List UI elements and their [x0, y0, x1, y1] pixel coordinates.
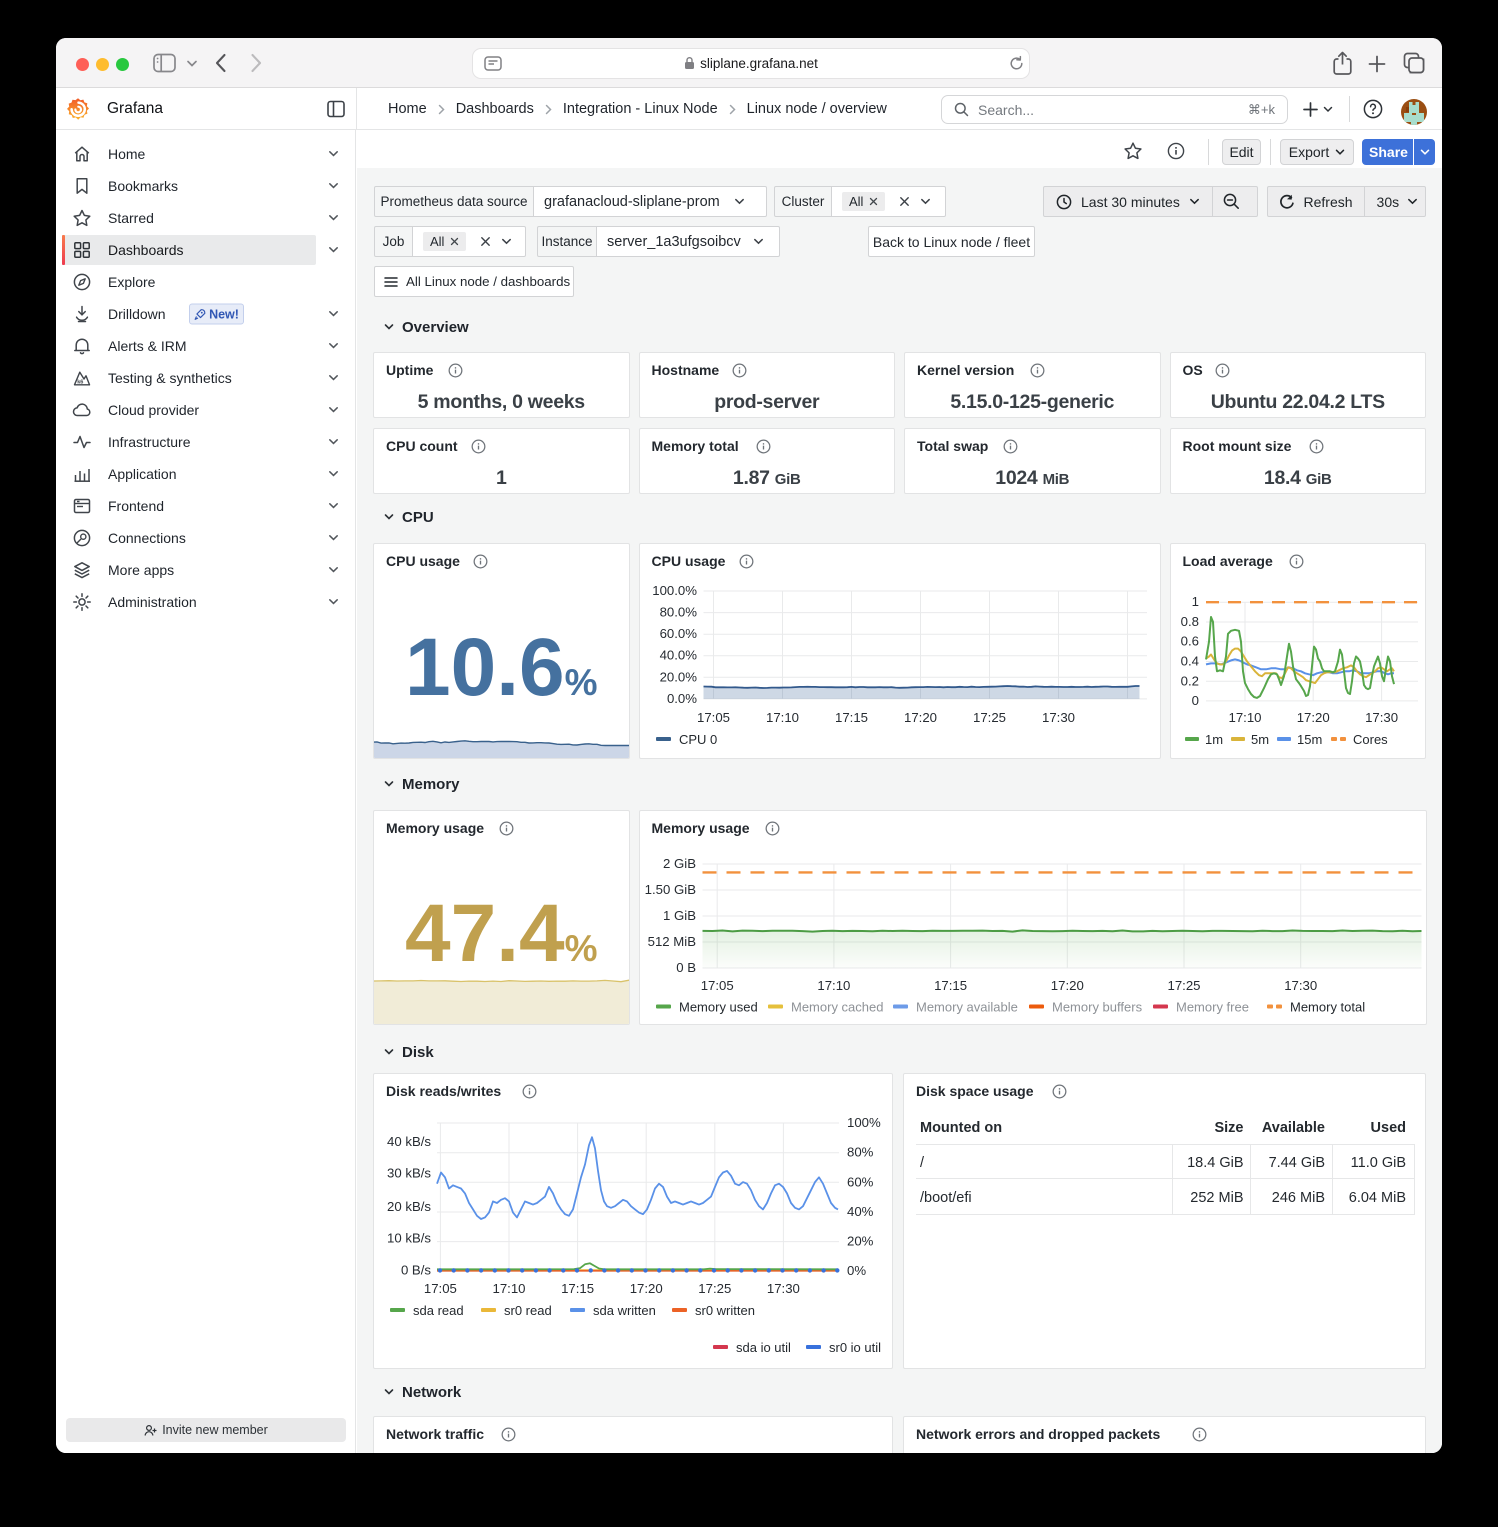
svg-text:0.4: 0.4: [1180, 654, 1198, 669]
svg-text:1m: 1m: [1205, 732, 1223, 747]
svg-text:1 GiB: 1 GiB: [663, 908, 696, 923]
svg-text:Memory available: Memory available: [916, 1000, 1018, 1015]
svg-text:80.0%: 80.0%: [659, 605, 697, 620]
svg-text:17:20: 17:20: [1050, 978, 1083, 993]
svg-text:5m: 5m: [1251, 732, 1269, 747]
svg-text:0.6: 0.6: [1180, 634, 1198, 649]
svg-text:17:10: 17:10: [492, 1281, 525, 1296]
svg-text:0: 0: [1191, 693, 1198, 708]
svg-text:60%: 60%: [847, 1174, 874, 1189]
svg-text:0 B/s: 0 B/s: [401, 1262, 431, 1277]
svg-text:17:10: 17:10: [1228, 710, 1261, 725]
svg-text:sda read: sda read: [413, 1303, 464, 1318]
svg-text:17:30: 17:30: [1041, 710, 1074, 725]
svg-text:17:05: 17:05: [700, 978, 733, 993]
svg-text:CPU 0: CPU 0: [679, 732, 717, 747]
svg-text:sda io util: sda io util: [736, 1340, 791, 1355]
svg-text:17:15: 17:15: [834, 710, 867, 725]
svg-text:Memory buffers: Memory buffers: [1052, 1000, 1143, 1015]
svg-text:10 kB/s: 10 kB/s: [387, 1231, 431, 1246]
svg-text:0.0%: 0.0%: [666, 691, 696, 706]
svg-text:15m: 15m: [1297, 732, 1322, 747]
svg-text:17:20: 17:20: [1296, 710, 1329, 725]
svg-text:17:05: 17:05: [696, 710, 729, 725]
svg-text:0%: 0%: [847, 1263, 866, 1278]
svg-text:sr0 io util: sr0 io util: [829, 1340, 881, 1355]
svg-text:17:30: 17:30: [767, 1281, 800, 1296]
svg-text:2 GiB: 2 GiB: [663, 856, 696, 871]
svg-text:17:25: 17:25: [1167, 978, 1200, 993]
svg-text:30 kB/s: 30 kB/s: [387, 1166, 431, 1181]
svg-text:80%: 80%: [847, 1145, 874, 1160]
svg-text:17:25: 17:25: [972, 710, 1005, 725]
svg-text:sr0 read: sr0 read: [504, 1303, 552, 1318]
svg-text:100.0%: 100.0%: [652, 583, 697, 598]
svg-text:17:20: 17:20: [903, 710, 936, 725]
svg-text:40.0%: 40.0%: [659, 648, 697, 663]
svg-text:40 kB/s: 40 kB/s: [387, 1134, 431, 1149]
svg-text:Memory cached: Memory cached: [791, 1000, 883, 1015]
svg-text:20.0%: 20.0%: [659, 669, 697, 684]
svg-text:17:25: 17:25: [698, 1281, 731, 1296]
svg-text:512 MiB: 512 MiB: [647, 934, 696, 949]
svg-text:0.8: 0.8: [1180, 614, 1198, 629]
svg-text:1.50 GiB: 1.50 GiB: [644, 882, 696, 897]
svg-text:17:30: 17:30: [1365, 710, 1398, 725]
svg-text:0 B: 0 B: [676, 960, 696, 975]
svg-text:1: 1: [1191, 594, 1198, 609]
svg-text:Memory free: Memory free: [1176, 1000, 1249, 1015]
svg-text:k6: k6: [77, 380, 83, 386]
svg-text:17:15: 17:15: [561, 1281, 594, 1296]
svg-text:17:10: 17:10: [817, 978, 850, 993]
svg-text:40%: 40%: [847, 1204, 874, 1219]
svg-text:20%: 20%: [847, 1234, 874, 1249]
svg-text:17:30: 17:30: [1284, 978, 1317, 993]
svg-text:0.2: 0.2: [1180, 673, 1198, 688]
svg-text:17:15: 17:15: [934, 978, 967, 993]
svg-text:17:05: 17:05: [424, 1281, 457, 1296]
svg-text:60.0%: 60.0%: [659, 626, 697, 641]
svg-text:20 kB/s: 20 kB/s: [387, 1199, 431, 1214]
svg-text:17:10: 17:10: [765, 710, 798, 725]
svg-text:100%: 100%: [847, 1115, 881, 1130]
svg-text:17:20: 17:20: [630, 1281, 663, 1296]
svg-text:Memory used: Memory used: [679, 1000, 758, 1015]
svg-text:sr0 written: sr0 written: [695, 1303, 755, 1318]
svg-text:Cores: Cores: [1353, 732, 1388, 747]
svg-text:sda written: sda written: [593, 1303, 656, 1318]
svg-text:Memory total: Memory total: [1290, 1000, 1365, 1015]
